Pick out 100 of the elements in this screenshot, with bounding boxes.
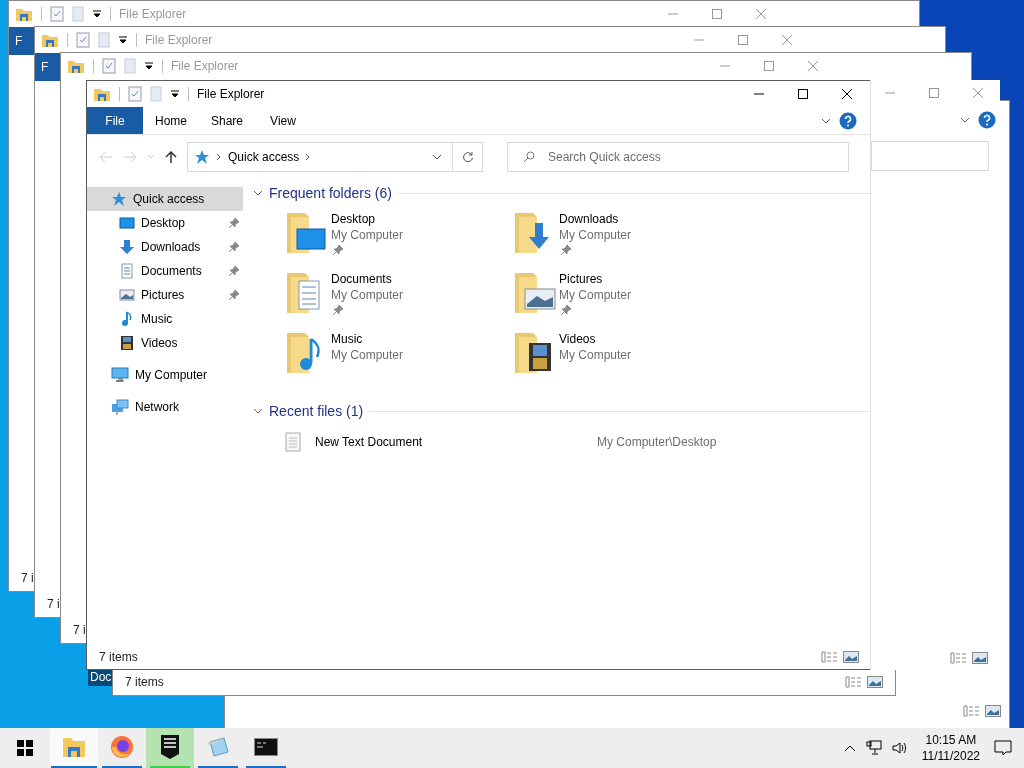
folder-tile[interactable]: Videos My Computer: [513, 331, 741, 375]
status-text: 7 i: [21, 570, 34, 587]
dropdown-icon[interactable]: [144, 61, 154, 71]
film-icon: [119, 335, 135, 351]
desktop-icon: [119, 215, 135, 231]
sidebar-item[interactable]: Quick access: [87, 187, 243, 211]
pin-icon: [333, 305, 343, 315]
text-file-icon: [285, 432, 301, 452]
dropdown-icon[interactable]: [92, 9, 102, 19]
file-path: My Computer\Desktop: [597, 434, 717, 451]
tiles-view-icon[interactable]: [985, 705, 1001, 717]
help-icon[interactable]: [839, 111, 857, 130]
search-field[interactable]: Search Quick access: [507, 142, 849, 172]
notepad-icon: [206, 736, 230, 758]
status-text: 7 items: [125, 674, 164, 691]
collapse-chevron-icon[interactable]: [253, 407, 263, 415]
star-icon: [194, 149, 210, 165]
folder-location: My Computer: [559, 287, 632, 303]
folder-icon: [15, 6, 33, 22]
collapse-chevron-icon[interactable]: [253, 189, 263, 197]
clock[interactable]: 10:15 AM 11/11/2022: [917, 732, 984, 764]
ribbon-tab[interactable]: Share: [199, 107, 255, 134]
pin-icon: [229, 266, 239, 276]
tiles-view-icon[interactable]: [867, 676, 883, 688]
star-icon: [111, 191, 127, 207]
ribbon-tab[interactable]: View: [255, 107, 311, 134]
network-icon: [111, 399, 129, 415]
sidebar-item[interactable]: My Computer: [87, 363, 243, 387]
window-title: File Explorer: [145, 32, 213, 49]
folder-tile[interactable]: Desktop My Computer: [285, 211, 513, 255]
collapse-chevron-icon[interactable]: [960, 116, 970, 124]
collapse-chevron-icon[interactable]: [821, 116, 831, 125]
picture-icon: [119, 287, 135, 303]
dropdown-icon[interactable]: [170, 89, 180, 99]
pin-icon: [229, 242, 239, 252]
status-text: 7 items: [99, 649, 138, 666]
window-title: File Explorer: [119, 6, 187, 23]
section-header[interactable]: Recent files (1): [269, 400, 364, 422]
sidebar-item[interactable]: Downloads: [87, 235, 243, 259]
address-text: Quick access: [228, 149, 300, 166]
folder-tile[interactable]: Downloads My Computer: [513, 211, 741, 255]
file-name: New Text Document: [315, 434, 424, 451]
folder-tile[interactable]: Documents My Computer: [285, 271, 513, 315]
status-text: 7 i: [47, 596, 60, 613]
taskbar-app[interactable]: [146, 728, 194, 768]
maximize-icon[interactable]: [797, 88, 809, 100]
terminal-icon: [254, 738, 278, 756]
status-text: 7 i: [73, 622, 86, 639]
tiles-view-icon[interactable]: [972, 652, 988, 664]
folder-name: Pictures: [559, 271, 604, 287]
window-title: File Explorer: [197, 86, 265, 103]
sidebar-item[interactable]: Desktop: [87, 211, 243, 235]
computer-icon: [111, 367, 129, 383]
folder-name: Documents: [331, 271, 393, 287]
ribbon-tab[interactable]: File: [87, 107, 143, 134]
ribbon-tab[interactable]: F: [9, 27, 35, 55]
sidebar-item[interactable]: Videos: [87, 331, 243, 355]
up-arrow-icon[interactable]: [165, 150, 177, 164]
address-bar[interactable]: Quick access: [187, 142, 483, 172]
speaker-icon[interactable]: [891, 740, 908, 756]
ribbon-tab[interactable]: F: [35, 53, 61, 81]
download-arrow-icon: [119, 239, 135, 255]
dropdown-icon[interactable]: [118, 35, 128, 45]
pin-icon: [229, 290, 239, 300]
tiles-view-icon[interactable]: [843, 651, 859, 663]
folder-location: My Computer: [559, 347, 632, 363]
folder-icon: [41, 32, 59, 48]
pin-icon: [229, 218, 239, 228]
folder-icon: [93, 86, 111, 102]
ribbon-tab[interactable]: Home: [143, 107, 199, 134]
pin-icon: [333, 245, 343, 255]
dropdown-chevron-icon[interactable]: [432, 153, 442, 161]
folder-icon: [513, 271, 559, 315]
refresh-icon[interactable]: [461, 151, 474, 163]
folder-icon: [62, 736, 86, 758]
notifications-icon[interactable]: [994, 740, 1012, 756]
search-field[interactable]: [871, 141, 989, 171]
chevron-up-icon[interactable]: [843, 744, 856, 752]
help-icon[interactable]: [978, 111, 996, 129]
folder-icon: [67, 58, 85, 74]
folder-location: My Computer: [331, 287, 404, 303]
shield-logo-icon: [159, 734, 181, 760]
sidebar-item[interactable]: Pictures: [87, 283, 243, 307]
folder-location: My Computer: [559, 227, 632, 243]
search-icon: [523, 151, 535, 163]
start-windows-icon[interactable]: [17, 740, 33, 756]
folder-tile[interactable]: Pictures My Computer: [513, 271, 741, 315]
document-icon: [119, 263, 135, 279]
folder-name: Downloads: [559, 211, 620, 227]
sidebar-item[interactable]: Documents: [87, 259, 243, 283]
sidebar-item[interactable]: Music: [87, 307, 243, 331]
folder-name: Music: [331, 331, 364, 347]
sidebar-item[interactable]: Network: [87, 395, 243, 419]
folder-tile[interactable]: Music My Computer: [285, 331, 513, 375]
section-header[interactable]: Frequent folders (6): [269, 182, 392, 204]
pin-icon: [561, 245, 571, 255]
file-row[interactable]: New Text Document My Computer\Desktop: [253, 427, 725, 457]
close-icon[interactable]: [841, 88, 853, 100]
browser-globe-icon: [110, 735, 134, 759]
network-icon[interactable]: [865, 740, 882, 756]
